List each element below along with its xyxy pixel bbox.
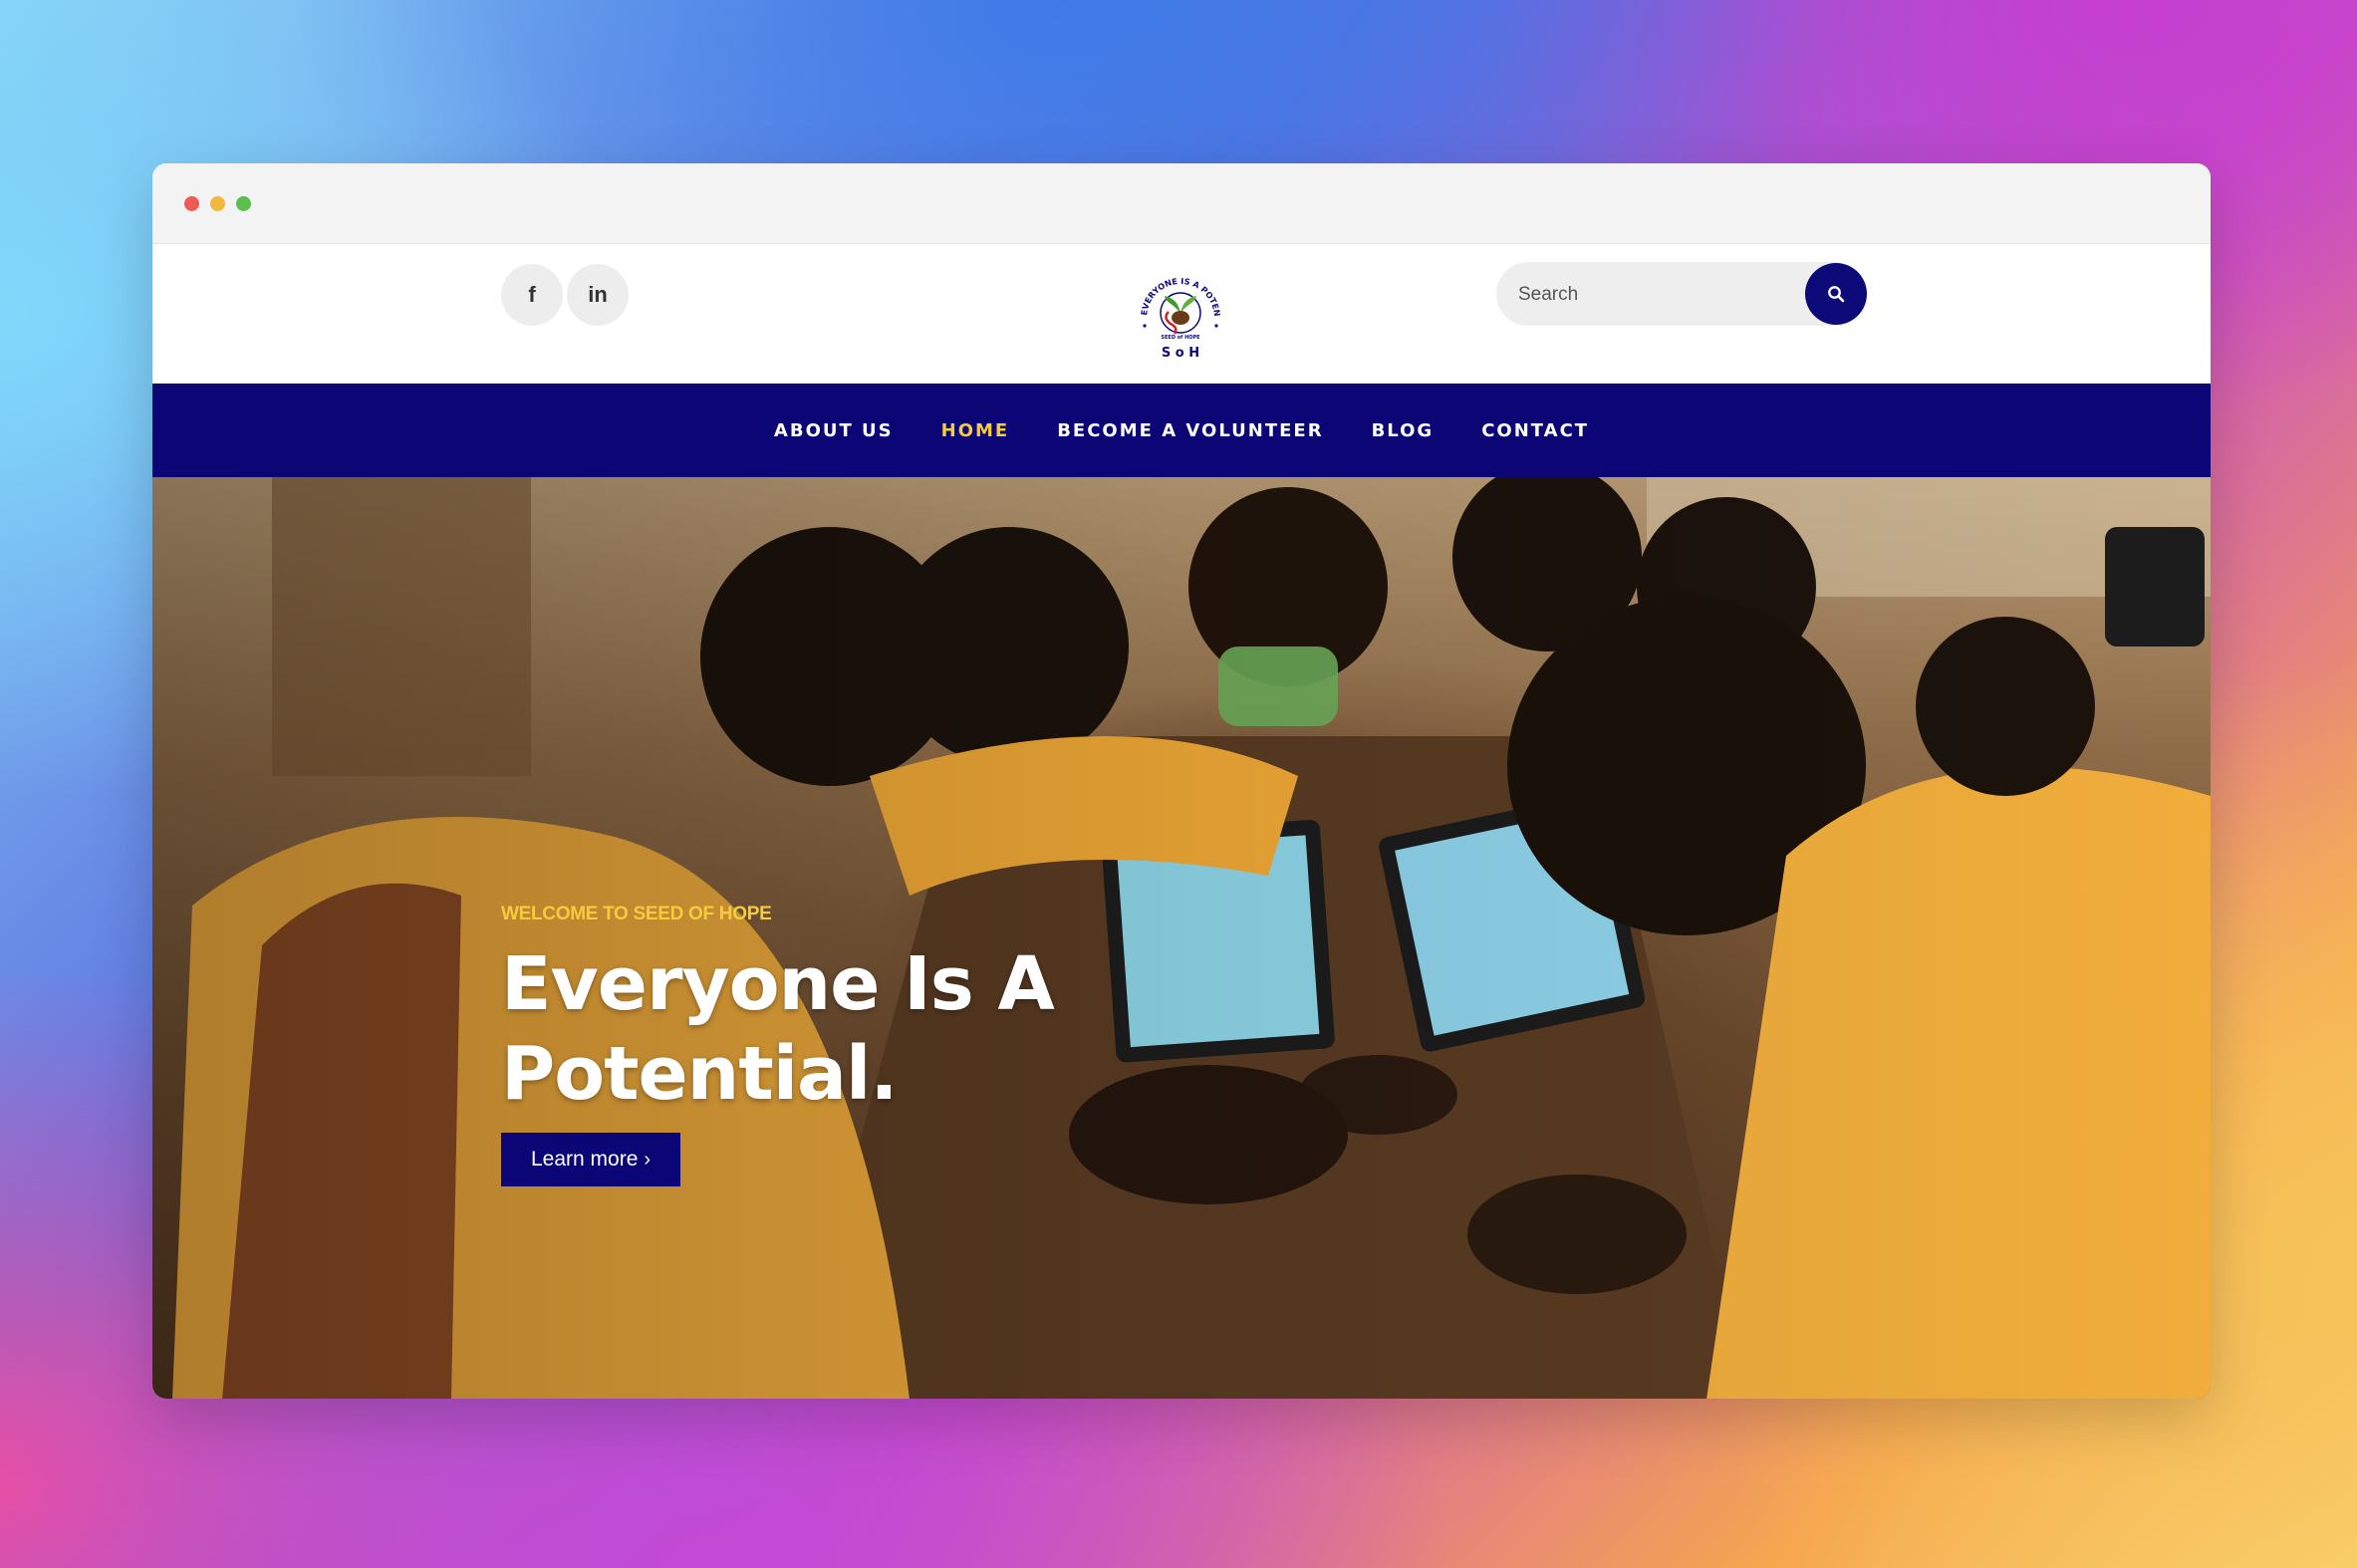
nav-item-contact[interactable]: CONTACT (1481, 420, 1589, 441)
hero-banner: WELCOME TO SEED OF HOPE Everyone Is A Po… (152, 477, 2211, 1399)
svg-text:SEED of HOPE: SEED of HOPE (1161, 335, 1200, 341)
hero-headline-line-1: Everyone Is A (501, 941, 1055, 1027)
window-titlebar (152, 163, 2211, 244)
site-logo[interactable]: EVERYONE IS A POTENTIAL SEED of HOPE S o… (1128, 252, 1230, 364)
hero-content: WELCOME TO SEED OF HOPE Everyone Is A Po… (501, 904, 1055, 1186)
facebook-icon: f (528, 282, 536, 307)
browser-window: f in EVERYONE IS A POTENTIAL SEED of HOP… (152, 163, 2211, 1399)
main-nav: ABOUT US HOME BECOME A VOLUNTEER BLOG CO… (152, 384, 2211, 477)
maximize-window-button[interactable] (236, 196, 251, 211)
hero-headline-line-2: Potential. (501, 1031, 898, 1117)
close-window-button[interactable] (184, 196, 199, 211)
hero-kicker: WELCOME TO SEED OF HOPE (501, 904, 772, 924)
chevron-right-icon: › (644, 1148, 652, 1171)
nav-item-become-a-volunteer[interactable]: BECOME A VOLUNTEER (1057, 420, 1323, 441)
search-box (1496, 262, 1867, 328)
nav-item-blog[interactable]: BLOG (1372, 420, 1435, 441)
nav-item-about-us[interactable]: ABOUT US (774, 420, 894, 441)
search-input[interactable] (1516, 262, 1799, 328)
minimize-window-button[interactable] (210, 196, 225, 211)
hero-overlay (152, 477, 2211, 1399)
hero-headline: Everyone Is A Potential. (501, 939, 1055, 1119)
svg-text:S o H: S o H (1162, 346, 1199, 361)
search-icon (1828, 286, 1845, 303)
learn-more-label: Learn more (531, 1148, 639, 1171)
site-header: f in EVERYONE IS A POTENTIAL SEED of HOP… (152, 244, 2211, 384)
search-button[interactable] (1805, 263, 1867, 325)
learn-more-button[interactable]: Learn more › (501, 1133, 681, 1186)
linkedin-button[interactable]: in (567, 264, 629, 326)
nav-item-home[interactable]: HOME (941, 420, 1010, 441)
linkedin-icon: in (588, 282, 608, 307)
facebook-button[interactable]: f (501, 264, 563, 326)
